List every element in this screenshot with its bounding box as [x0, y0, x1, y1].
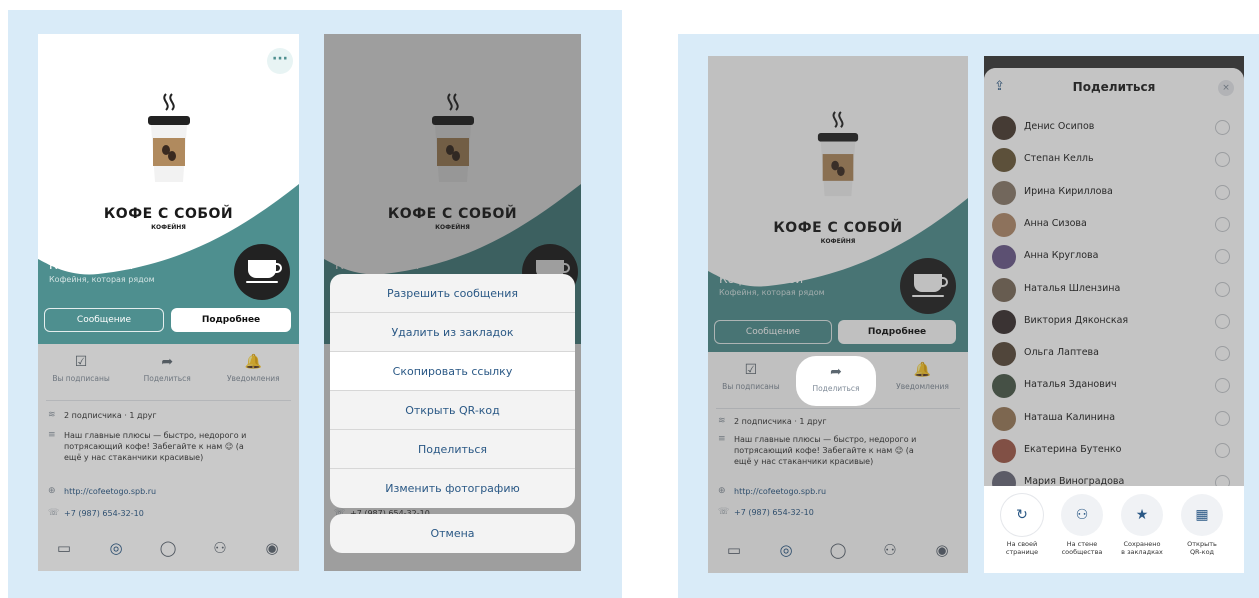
- saved-bookmarks-option[interactable]: ★ Сохранено в закладках: [1116, 494, 1168, 556]
- phone-screen-share-sheet: ⇪ Поделиться × Денис Осипов Степан Келль И…: [984, 56, 1244, 573]
- saved-bookmarks-label-1: Сохранено: [1123, 540, 1161, 548]
- phone-screen-profile: КОФЕ С СОБОЙ КОФЕЙНЯ ‹ ⚙ ··· Кофе с собо…: [38, 34, 299, 571]
- menu-item-copy-link[interactable]: Скопировать ссылку: [330, 352, 575, 391]
- share-label: Поделиться: [812, 384, 860, 393]
- share-own-page-label-2: странице: [1005, 548, 1039, 556]
- content-dim: [38, 344, 299, 571]
- share-community-wall-option[interactable]: ⚇ На стене сообщества: [1056, 494, 1108, 556]
- open-qr-option[interactable]: ▦ Открыть QR-код: [1176, 494, 1228, 556]
- menu-item-share[interactable]: Поделиться: [330, 430, 575, 469]
- menu-item-change-photo[interactable]: Изменить фотографию: [330, 469, 575, 508]
- star-icon: ★: [1121, 494, 1163, 536]
- menu-item-remove-bookmark[interactable]: Удалить из закладок: [330, 313, 575, 352]
- phone-screen-menu: КОФЕ С СОБОЙ КОФЕЙНЯ ‹ ⚙ ··· Кофе с собо…: [324, 34, 581, 571]
- menu-item-open-qr[interactable]: Открыть QR-код: [330, 391, 575, 430]
- share-community-label-1: На стене: [1066, 540, 1098, 548]
- dim-overlay: [708, 56, 968, 573]
- share-icon: ➦: [830, 364, 842, 380]
- share-own-page-option[interactable]: ↻ На своей странице: [996, 494, 1048, 556]
- action-sheet: Разрешить сообщения Удалить из закладок …: [330, 274, 575, 508]
- share-options-bar: ↻ На своей странице ⚇ На стене сообществ…: [984, 486, 1244, 573]
- community-icon: ⚇: [1061, 494, 1103, 536]
- phone-screen-share-highlight: КОФЕ С СОБОЙ КОФЕЙНЯ ‹ ⚙ ··· Кофе с собо…: [708, 56, 968, 573]
- share-action-highlighted[interactable]: ➦ Поделиться: [798, 358, 874, 404]
- saved-bookmarks-label-2: в закладках: [1121, 548, 1163, 556]
- open-qr-label-2: QR-код: [1189, 548, 1215, 556]
- share-own-page-label-1: На своей: [1006, 540, 1038, 548]
- contact-dim-overlay: [984, 68, 1244, 486]
- repost-icon: ↻: [1001, 494, 1043, 536]
- qr-code-icon: ▦: [1181, 494, 1223, 536]
- share-community-label-2: сообщества: [1061, 548, 1103, 556]
- menu-item-allow-messages[interactable]: Разрешить сообщения: [330, 274, 575, 313]
- open-qr-label-1: Открыть: [1187, 540, 1217, 548]
- cancel-button[interactable]: Отмена: [330, 514, 575, 553]
